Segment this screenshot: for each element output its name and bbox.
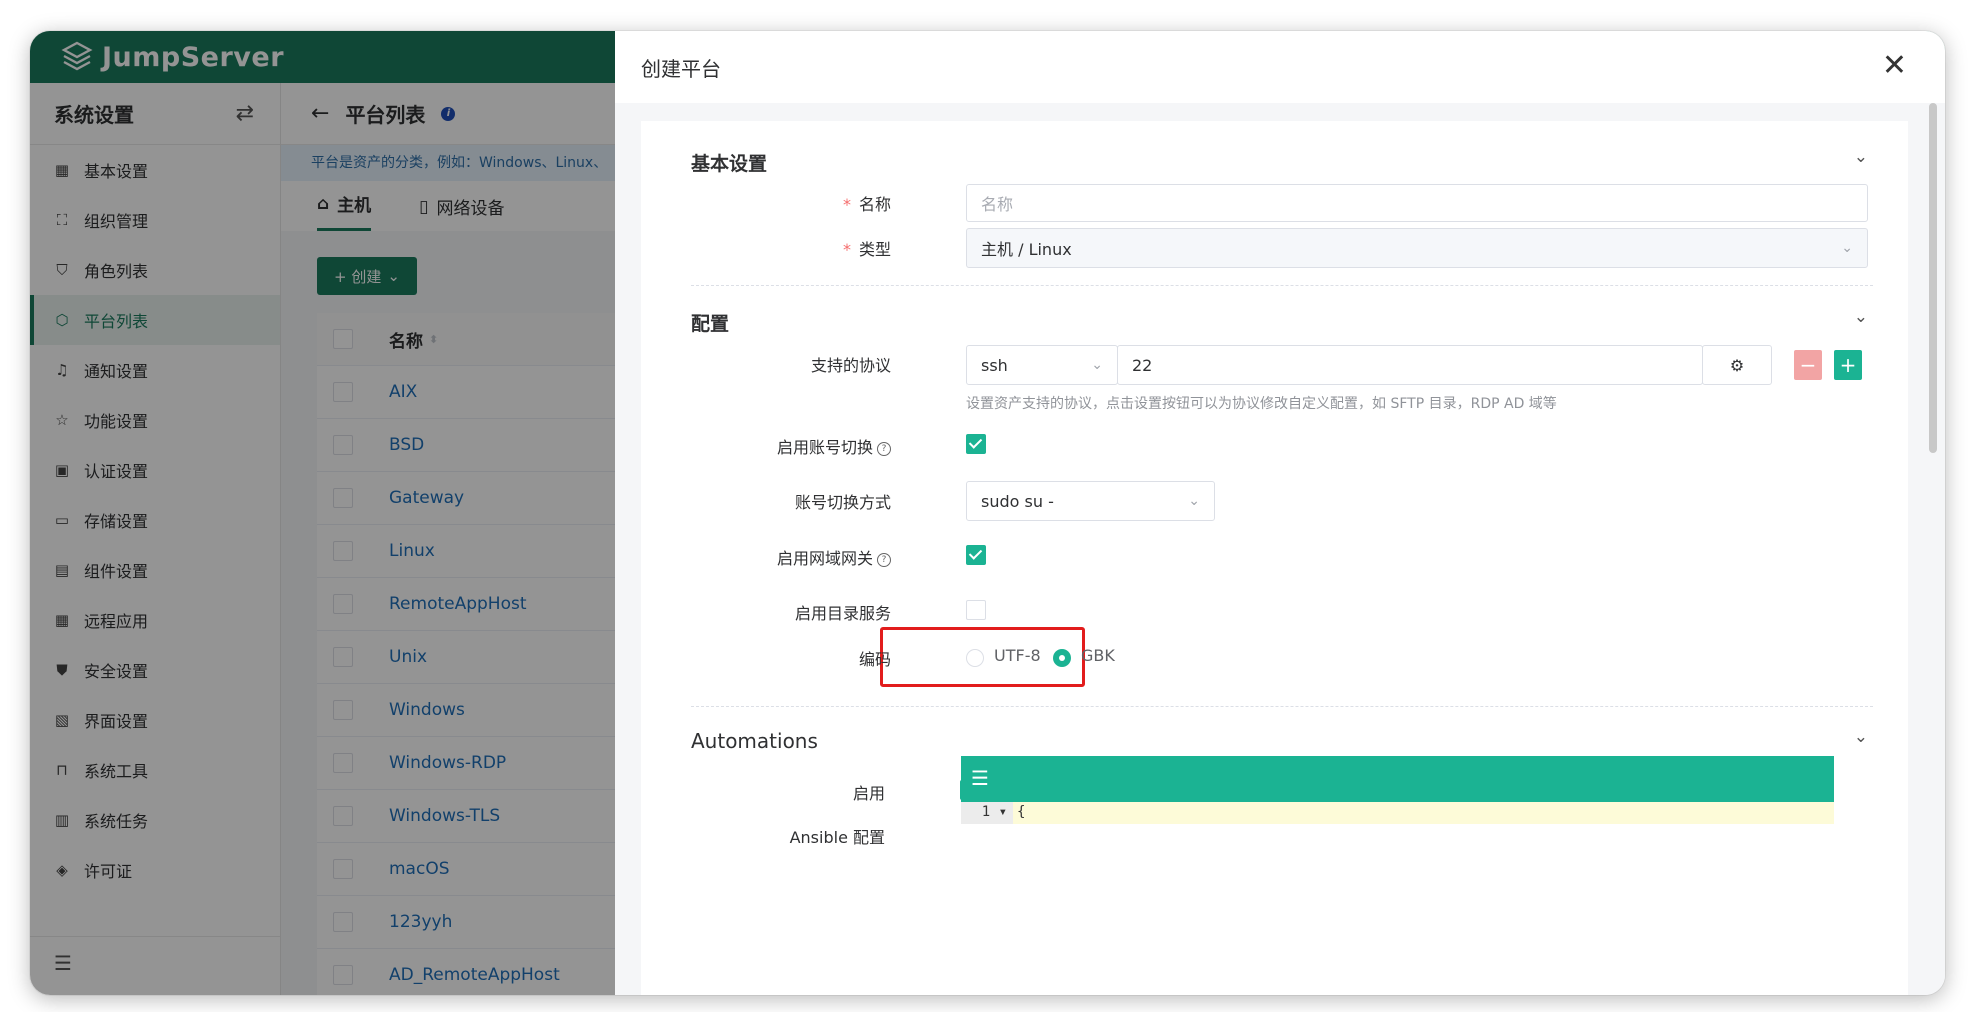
ansible-config-label: Ansible 配置 xyxy=(789,828,885,847)
charset-utf8-radio[interactable] xyxy=(966,649,984,667)
ds-enabled-checkbox[interactable] xyxy=(966,600,986,620)
minus-icon: − xyxy=(1799,353,1817,377)
section-title-automations: Automations xyxy=(691,729,818,753)
domain-enabled-label: 启用网域网关? xyxy=(641,545,891,569)
app-window: JumpServer 系统设置 ⇄ ▦ 基本设置 ⛶ 组织管理 ⛉ 角色列表 ⬡ 平台列… xyxy=(30,31,1945,995)
su-enabled-checkbox[interactable] xyxy=(966,434,986,454)
automation-enabled-label: 启用 xyxy=(852,784,885,803)
modal-overlay[interactable] xyxy=(30,31,615,995)
protocol-port-input[interactable]: 22 xyxy=(1117,345,1703,385)
close-icon[interactable]: ✕ xyxy=(1882,51,1907,81)
domain-enabled-checkbox[interactable] xyxy=(966,545,986,565)
su-enabled-label-text: 启用账号切换 xyxy=(776,438,873,457)
chevron-down-icon: ⌄ xyxy=(1188,493,1200,509)
charset-gbk-label[interactable]: GBK xyxy=(1081,646,1115,665)
su-method-select[interactable]: sudo su - ⌄ xyxy=(966,481,1215,521)
name-placeholder: 名称 xyxy=(981,195,1014,214)
name-field[interactable]: 名称 xyxy=(966,184,1868,222)
add-protocol-button[interactable]: + xyxy=(1834,350,1862,380)
create-platform-drawer: 创建平台 ✕ 基本设置 ⌄ * 名称 名称 * 类型 主机 / Linux ⌄ 配置 … xyxy=(615,31,1945,995)
help-icon[interactable]: ? xyxy=(877,552,891,567)
protocol-label: 支持的协议 xyxy=(810,356,891,375)
chevron-down-icon[interactable]: ⌄ xyxy=(1854,147,1868,167)
protocol-settings-button[interactable]: ⚙ xyxy=(1702,345,1772,385)
editor-toolbar: ☰ xyxy=(961,756,1834,802)
type-label: * 类型 xyxy=(842,240,891,259)
chevron-down-icon: ⌄ xyxy=(1841,240,1853,256)
chevron-down-icon[interactable]: ⌄ xyxy=(1854,727,1868,747)
su-method-label: 账号切换方式 xyxy=(794,493,891,512)
charset-utf8-label[interactable]: UTF-8 xyxy=(994,646,1041,665)
scrollbar[interactable] xyxy=(1929,103,1937,453)
protocol-hint: 设置资产支持的协议，点击设置按钮可以为协议修改自定义配置，如 SFTP 目录，R… xyxy=(966,396,1557,412)
section-title-basic: 基本设置 xyxy=(691,153,768,175)
type-select[interactable]: 主机 / Linux ⌄ xyxy=(966,228,1868,268)
form-card: 基本设置 ⌄ * 名称 名称 * 类型 主机 / Linux ⌄ 配置 ⌄ 支持的协议… xyxy=(641,121,1908,995)
ds-enabled-label: 启用目录服务 xyxy=(794,604,891,623)
su-method-value: sudo su - xyxy=(981,491,1054,511)
chevron-down-icon[interactable]: ⌄ xyxy=(1854,307,1868,327)
remove-protocol-button[interactable]: − xyxy=(1794,350,1822,380)
gear-icon: ⚙ xyxy=(1729,355,1745,375)
drawer-header: 创建平台 ✕ xyxy=(615,31,1945,103)
code-line[interactable]: { xyxy=(1013,802,1834,824)
charset-label: 编码 xyxy=(858,650,891,669)
charset-gbk-radio[interactable] xyxy=(1053,649,1071,667)
help-icon[interactable]: ? xyxy=(877,441,891,456)
format-code-icon[interactable]: ☰ xyxy=(971,766,989,790)
code-editor[interactable]: 1 ▾ { xyxy=(961,802,1834,824)
section-title-config: 配置 xyxy=(691,313,730,335)
name-label: * 名称 xyxy=(842,195,891,214)
protocol-name: ssh xyxy=(981,355,1008,375)
type-value: 主机 / Linux xyxy=(981,240,1072,259)
line-number-gutter: 1 ▾ xyxy=(961,802,1013,824)
chevron-down-icon: ⌄ xyxy=(1091,357,1103,373)
plus-icon: + xyxy=(1839,353,1857,377)
name-label-text: 名称 xyxy=(858,195,891,214)
protocol-select[interactable]: ssh ⌄ xyxy=(966,345,1118,385)
drawer-title: 创建平台 xyxy=(641,56,721,81)
line-number: 1 xyxy=(981,804,991,820)
section-divider xyxy=(691,706,1873,707)
protocol-port: 22 xyxy=(1132,355,1153,375)
su-enabled-label: 启用账号切换? xyxy=(641,434,891,458)
type-label-text: 类型 xyxy=(858,240,891,259)
section-divider xyxy=(691,285,1873,286)
domain-enabled-label-text: 启用网域网关 xyxy=(776,549,873,568)
